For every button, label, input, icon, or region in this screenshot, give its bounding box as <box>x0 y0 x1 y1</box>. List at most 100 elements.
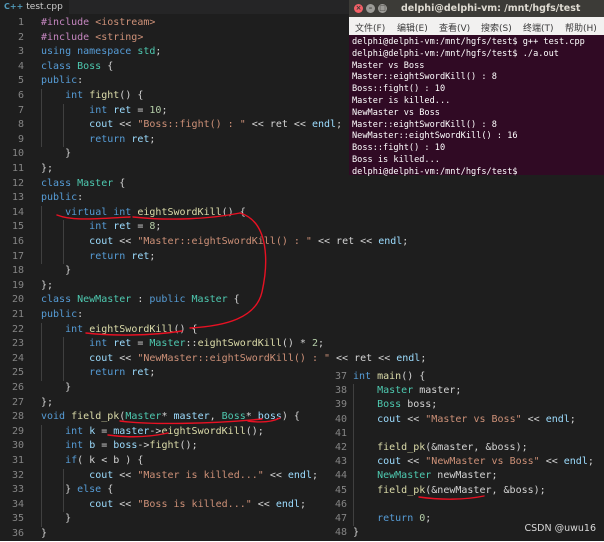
code-line[interactable]: 35 } <box>0 512 330 527</box>
code-token: = <box>95 440 114 452</box>
code-line[interactable]: 13 public: <box>0 191 330 206</box>
terminal-titlebar: × – □ delphi@delphi-vm: /mnt/hgfs/test <box>349 0 604 17</box>
code-line[interactable]: 28 void field_pk(Master* master, Boss* bo… <box>0 410 330 425</box>
code-token: (); <box>179 440 198 452</box>
menu-search[interactable]: 搜索(S) <box>481 21 512 34</box>
code-token: { <box>101 60 114 72</box>
code-line[interactable]: 9 return ret; <box>0 133 330 148</box>
main-line[interactable]: 46 <box>321 498 604 512</box>
main-line[interactable]: 39 Boss boss; <box>321 398 604 412</box>
maximize-icon[interactable]: □ <box>378 4 387 13</box>
menu-edit[interactable]: 编辑(E) <box>397 21 428 34</box>
line-number: 18 <box>11 265 24 277</box>
code-token: using namespace <box>41 46 138 58</box>
code-text: public: <box>41 74 83 89</box>
menu-help[interactable]: 帮助(H) <box>565 21 597 34</box>
code-line[interactable]: 10 } <box>0 147 330 162</box>
code-token: () { <box>401 371 426 382</box>
code-token: endl <box>378 236 403 247</box>
code-line[interactable]: 34 cout << "Boss is killed..." << endl; <box>0 498 330 513</box>
code-token: }; <box>41 163 54 174</box>
tab-test-cpp[interactable]: C++ test.cpp <box>0 0 69 14</box>
main-line[interactable]: 38 Master master; <box>321 384 604 398</box>
code-token: fight <box>149 440 180 452</box>
code-token: int <box>65 440 90 452</box>
code-text: cout << "NewMaster::eightSwordKill() : "… <box>41 352 426 367</box>
code-line[interactable]: 21 public: <box>0 308 330 323</box>
code-line[interactable]: 15 int ret = 8; <box>0 220 330 235</box>
code-token: newMaster; <box>431 470 498 482</box>
menu-view[interactable]: 查看(V) <box>439 21 470 34</box>
code-line[interactable]: 14 virtual int eightSwordKill() { <box>0 206 330 221</box>
code-line[interactable]: 30 int b = boss->fight(); <box>0 439 330 454</box>
main-line[interactable]: 44 NewMaster newMaster; <box>321 469 604 483</box>
line-number: 31 <box>11 455 24 466</box>
code-token: : <box>77 75 84 87</box>
code-text: class NewMaster : public Master { <box>41 293 240 308</box>
code-token: << <box>401 456 426 468</box>
code-line[interactable]: 23 int ret = Master::eightSwordKill() * … <box>0 337 330 352</box>
code-token: endl <box>311 119 337 131</box>
code-token: : <box>131 294 150 306</box>
code-token: = <box>95 425 114 437</box>
main-line[interactable]: 40 cout << "Master vs Boss" << endl; <box>321 413 604 427</box>
code-line[interactable]: 4 class Boss { <box>0 60 330 75</box>
code-line[interactable]: 3 using namespace std; <box>0 45 330 60</box>
menu-file[interactable]: 文件(F) <box>355 21 385 34</box>
code-text: int ret = Master::eightSwordKill() * 2; <box>41 337 324 352</box>
code-text: } <box>41 381 71 396</box>
code-line[interactable]: 29 int k = master->eightSwordKill(); <box>0 425 330 440</box>
code-text: cout << "NewMaster vs Boss" << endl; <box>353 455 594 469</box>
code-line[interactable]: 12 class Master { <box>0 177 330 192</box>
minimize-icon[interactable]: – <box>366 4 375 13</box>
code-line[interactable]: 19}; <box>0 279 330 294</box>
code-token: endl <box>563 456 588 468</box>
code-line[interactable]: 20 class NewMaster : public Master { <box>0 293 330 308</box>
code-line[interactable]: 25 return ret; <box>0 366 330 381</box>
code-line[interactable]: 27}; <box>0 396 330 411</box>
code-line[interactable]: 26 } <box>0 381 330 396</box>
main-line[interactable]: 47 return 0; <box>321 512 604 526</box>
code-line[interactable]: 11}; <box>0 162 330 177</box>
code-token: "Boss::fight() : " <box>137 119 246 131</box>
code-line[interactable]: 22 int eightSwordKill() { <box>0 323 330 338</box>
code-line[interactable]: 16 cout << "Master::eightSwordKill() : "… <box>0 235 408 250</box>
code-token: public <box>41 75 78 87</box>
code-token: << <box>113 119 138 131</box>
code-line[interactable]: 18 } <box>0 264 330 279</box>
code-text: return ret; <box>41 133 155 148</box>
line-number: 19 <box>11 279 24 291</box>
terminal-output[interactable]: delphi@delphi-vm:/mnt/hgfs/test$ g++ tes… <box>352 37 585 179</box>
code-text: return 0; <box>353 512 431 526</box>
code-line[interactable]: 6 int fight() { <box>0 89 330 104</box>
code-line[interactable]: 31 if( k < b ) { <box>0 454 330 469</box>
code-line[interactable]: 7 int ret = 10; <box>0 104 330 119</box>
code-line[interactable]: 1 #include <iostream> <box>0 16 330 31</box>
line-number: 48 <box>334 527 347 539</box>
code-line[interactable]: 33 } else { <box>0 483 330 498</box>
close-icon[interactable]: × <box>354 4 363 13</box>
code-line[interactable]: 8 cout << "Boss::fight() : " << ret << e… <box>0 118 342 133</box>
code-line[interactable]: 5 public: <box>0 74 330 89</box>
code-token: : <box>77 309 84 320</box>
line-number: 25 <box>11 367 24 379</box>
code-line[interactable]: 24 cout << "NewMaster::eightSwordKill() … <box>0 352 426 367</box>
code-text: public: <box>41 308 83 323</box>
code-line[interactable]: 32 cout << "Master is killed..." << endl… <box>0 469 330 484</box>
code-line[interactable]: 36} <box>0 527 330 542</box>
main-line[interactable]: 48} <box>321 526 604 540</box>
code-line[interactable]: 2 #include <string> <box>0 31 330 46</box>
main-line[interactable]: 37 int main() { <box>321 370 604 384</box>
code-token: ret <box>113 338 132 350</box>
main-line[interactable]: 43 cout << "NewMaster vs Boss" << endl; <box>321 455 604 469</box>
code-line[interactable]: 17 return ret; <box>0 250 330 265</box>
main-line[interactable]: 41 <box>321 427 604 441</box>
code-token: #include <box>41 17 96 28</box>
menu-terminal[interactable]: 终端(T) <box>523 21 554 34</box>
main-line[interactable]: 45 field_pk(&newMaster, &boss); <box>321 484 604 498</box>
code-token: } <box>41 484 78 496</box>
code-token: NewMaster <box>377 470 432 482</box>
code-token: ret <box>113 221 132 233</box>
main-line[interactable]: 42 field_pk(&master, &boss); <box>321 441 604 455</box>
